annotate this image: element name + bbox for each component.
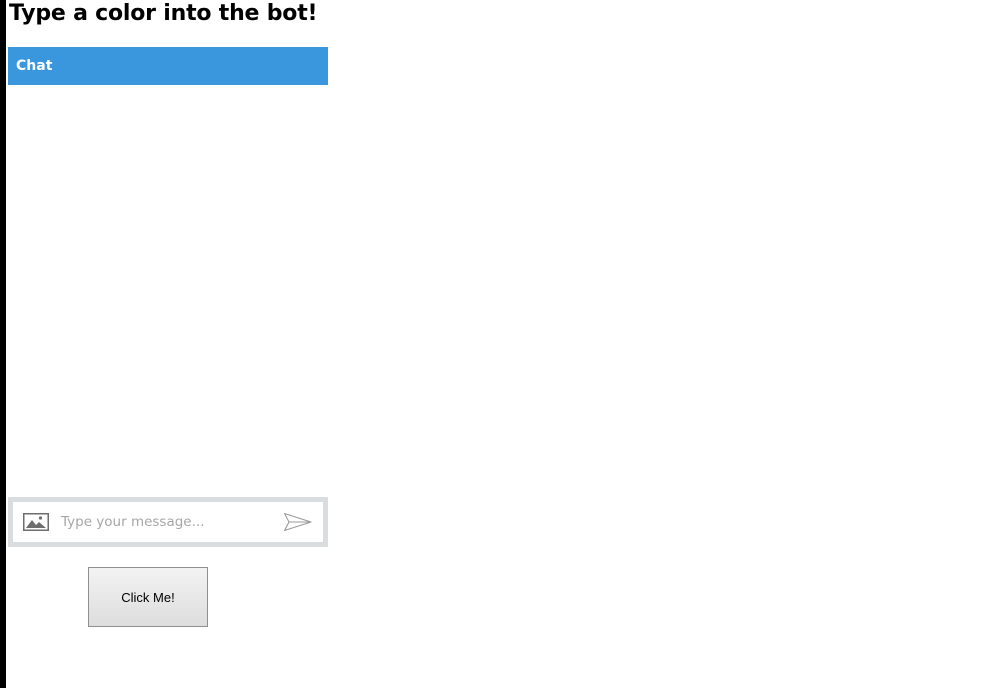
- click-me-button[interactable]: Click Me!: [88, 567, 208, 627]
- image-icon[interactable]: [23, 513, 49, 531]
- window-edge: [0, 0, 6, 688]
- chat-header-label: Chat: [16, 58, 53, 74]
- chat-input-inner: [13, 502, 323, 542]
- chat-message-list[interactable]: [8, 85, 328, 497]
- send-icon[interactable]: [283, 510, 313, 534]
- page-title: Type a color into the bot!: [9, 1, 318, 26]
- page: Type a color into the bot! Chat Click M: [0, 0, 1004, 688]
- message-input[interactable]: [59, 506, 283, 538]
- chat-input-bar: [8, 497, 328, 547]
- chat-header: Chat: [8, 47, 328, 85]
